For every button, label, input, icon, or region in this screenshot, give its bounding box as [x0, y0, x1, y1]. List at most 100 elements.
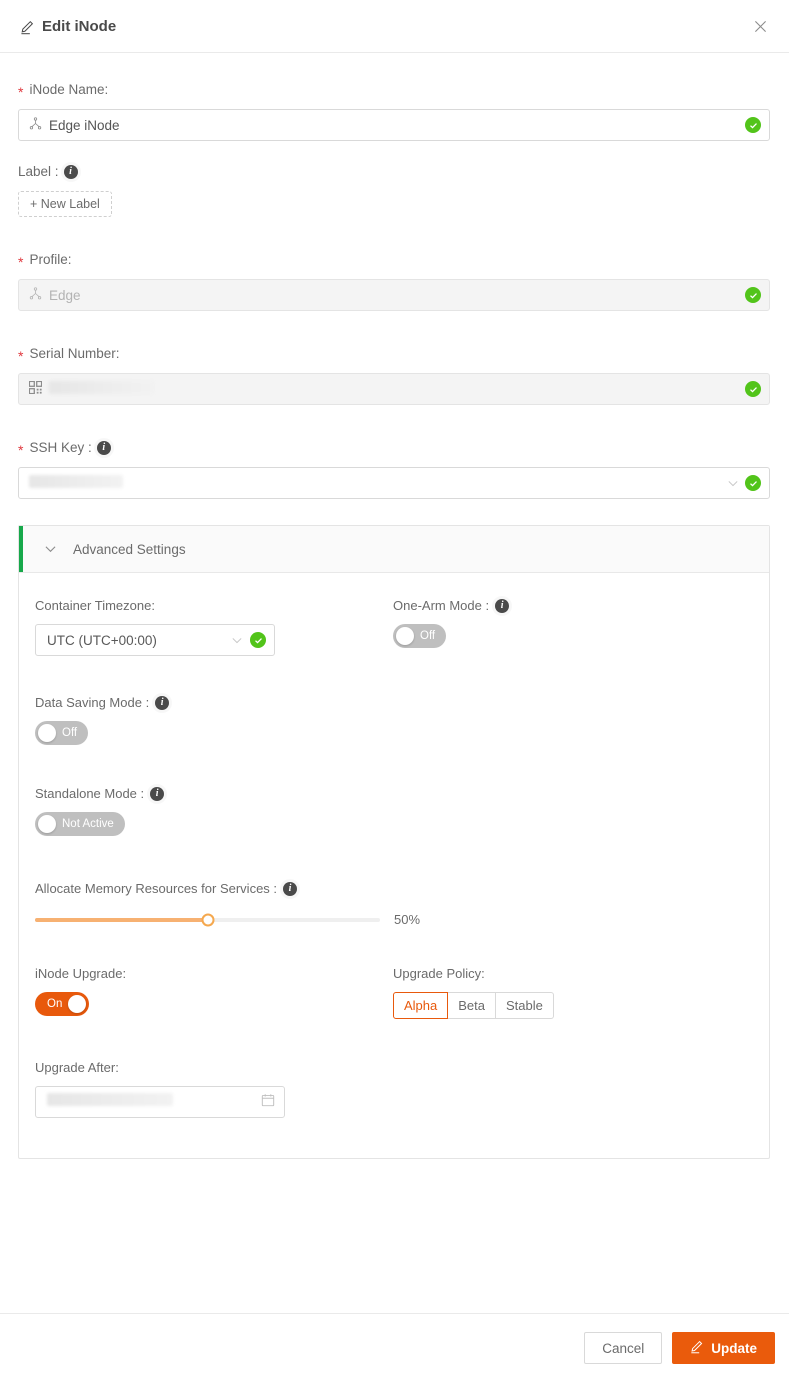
modal-footer: Cancel Update — [0, 1313, 789, 1382]
pencil-icon — [690, 1340, 704, 1357]
ssh-key-select[interactable] — [18, 467, 770, 499]
slider-fill — [35, 917, 208, 922]
inode-name-input[interactable]: Edge iNode — [18, 109, 770, 141]
upgrade-policy-segmented: Alpha Beta Stable — [393, 992, 554, 1019]
update-button[interactable]: Update — [672, 1332, 775, 1364]
standalone-mode-toggle[interactable]: Not Active — [35, 812, 125, 836]
row-timezone-onearm: Container Timezone: UTC (UTC+00:00) One-… — [35, 597, 753, 656]
hierarchy-icon — [29, 117, 42, 133]
upgrade-policy-label: Upgrade Policy: — [393, 966, 485, 981]
serial-number-value — [49, 381, 738, 397]
upgrade-policy-option-alpha[interactable]: Alpha — [393, 992, 449, 1019]
row-upgrade: iNode Upgrade: On Upgrade Policy: Alpha … — [35, 965, 753, 1019]
container-timezone-label: Container Timezone: — [35, 598, 155, 613]
one-arm-mode-group: One-Arm Mode : i Off — [393, 597, 753, 656]
serial-number-label-text: Serial Number: — [29, 346, 120, 361]
page-title: Edit iNode — [20, 18, 116, 35]
advanced-settings-panel: Advanced Settings Container Timezone: UT… — [18, 525, 770, 1159]
field-inode-name: * iNode Name: Edge iNode — [18, 81, 771, 141]
info-icon[interactable]: i — [155, 696, 170, 710]
advanced-settings-header[interactable]: Advanced Settings — [19, 526, 769, 573]
profile-input[interactable]: Edge — [18, 279, 770, 311]
modal-body: * iNode Name: Edge iNode Label : i + New… — [0, 53, 789, 1313]
info-icon[interactable]: i — [495, 599, 510, 613]
info-icon[interactable]: i — [150, 787, 165, 801]
calendar-icon — [261, 1093, 275, 1112]
profile-label: * Profile: — [18, 251, 771, 269]
upgrade-after-label: Upgrade After: — [35, 1060, 119, 1075]
inode-upgrade-state: On — [47, 998, 63, 1010]
allocate-memory-group: Allocate Memory Resources for Services :… — [35, 880, 753, 927]
close-icon[interactable] — [749, 15, 771, 37]
data-saving-mode-label-text: Data Saving Mode : — [35, 695, 150, 710]
inode-upgrade-label: iNode Upgrade: — [35, 966, 127, 981]
profile-label-text: Profile: — [29, 252, 72, 267]
data-saving-mode-group: Data Saving Mode : i Off — [35, 694, 753, 747]
profile-value: Edge — [49, 287, 81, 303]
standalone-mode-group: Standalone Mode : i Not Active — [35, 785, 753, 838]
field-ssh-key: * SSH Key : i — [18, 439, 771, 499]
slider-thumb[interactable] — [201, 913, 214, 926]
inode-name-label-text: iNode Name: — [29, 82, 109, 97]
toggle-knob — [396, 627, 414, 645]
update-button-label: Update — [711, 1340, 757, 1356]
one-arm-mode-toggle[interactable]: Off — [393, 624, 447, 648]
toggle-knob — [38, 724, 56, 742]
allocate-memory-slider-row: 50% — [35, 912, 753, 927]
allocate-memory-label: Allocate Memory Resources for Services :… — [35, 880, 753, 898]
valid-check-icon — [745, 381, 761, 397]
container-timezone-group: Container Timezone: UTC (UTC+00:00) — [35, 597, 393, 656]
info-icon[interactable]: i — [96, 441, 111, 455]
container-timezone-select[interactable]: UTC (UTC+00:00) — [35, 624, 275, 656]
upgrade-after-value — [47, 1093, 261, 1111]
label-field-label-text: Label : — [18, 164, 59, 179]
container-timezone-value: UTC (UTC+00:00) — [47, 632, 157, 648]
inode-name-value: Edge iNode — [49, 117, 120, 133]
upgrade-policy-group: Upgrade Policy: Alpha Beta Stable — [393, 965, 753, 1019]
valid-check-icon — [745, 287, 761, 303]
data-saving-mode-label: Data Saving Mode : i — [35, 694, 753, 712]
valid-check-icon — [250, 632, 266, 648]
toggle-knob — [38, 815, 56, 833]
pencil-icon — [20, 20, 35, 35]
one-arm-mode-label: One-Arm Mode : i — [393, 597, 753, 615]
advanced-settings-content: Container Timezone: UTC (UTC+00:00) One-… — [19, 573, 769, 1158]
add-new-label-button[interactable]: + New Label — [18, 191, 112, 217]
upgrade-after-date-input[interactable] — [35, 1086, 285, 1118]
inode-upgrade-group: iNode Upgrade: On — [35, 965, 393, 1019]
field-label: Label : i + New Label — [18, 163, 771, 217]
info-icon[interactable]: i — [283, 882, 298, 896]
label-field-label: Label : i — [18, 163, 771, 181]
upgrade-policy-option-beta[interactable]: Beta — [448, 992, 496, 1019]
serial-number-input[interactable] — [18, 373, 770, 405]
one-arm-mode-label-text: One-Arm Mode : — [393, 598, 490, 613]
one-arm-mode-state: Off — [420, 630, 436, 642]
data-saving-mode-toggle[interactable]: Off — [35, 721, 89, 745]
valid-check-icon — [745, 117, 761, 133]
required-asterisk: * — [18, 442, 24, 458]
modal-header: Edit iNode — [0, 0, 789, 53]
chevron-down-icon — [45, 542, 56, 556]
chevron-down-icon — [232, 637, 242, 644]
valid-check-icon — [745, 475, 761, 491]
qr-code-icon — [28, 380, 43, 397]
upgrade-policy-option-stable[interactable]: Stable — [496, 992, 554, 1019]
allocate-memory-slider[interactable] — [35, 913, 380, 926]
ssh-key-label: * SSH Key : i — [18, 439, 771, 457]
inode-upgrade-toggle[interactable]: On — [35, 992, 90, 1016]
required-asterisk: * — [18, 84, 24, 100]
inode-name-label: * iNode Name: — [18, 81, 771, 99]
field-serial-number: * Serial Number: — [18, 345, 771, 405]
modal-title-text: Edit iNode — [42, 17, 117, 35]
chevron-down-icon — [728, 480, 738, 487]
data-saving-mode-state: Off — [62, 727, 78, 739]
standalone-mode-label-text: Standalone Mode : — [35, 786, 145, 801]
required-asterisk: * — [18, 348, 24, 364]
standalone-mode-label: Standalone Mode : i — [35, 785, 753, 803]
advanced-settings-title: Advanced Settings — [73, 541, 186, 557]
cancel-button[interactable]: Cancel — [584, 1332, 663, 1364]
ssh-key-value — [29, 475, 721, 491]
ssh-key-label-text: SSH Key : — [29, 440, 92, 455]
info-icon[interactable]: i — [63, 165, 78, 179]
standalone-mode-state: Not Active — [62, 818, 114, 830]
